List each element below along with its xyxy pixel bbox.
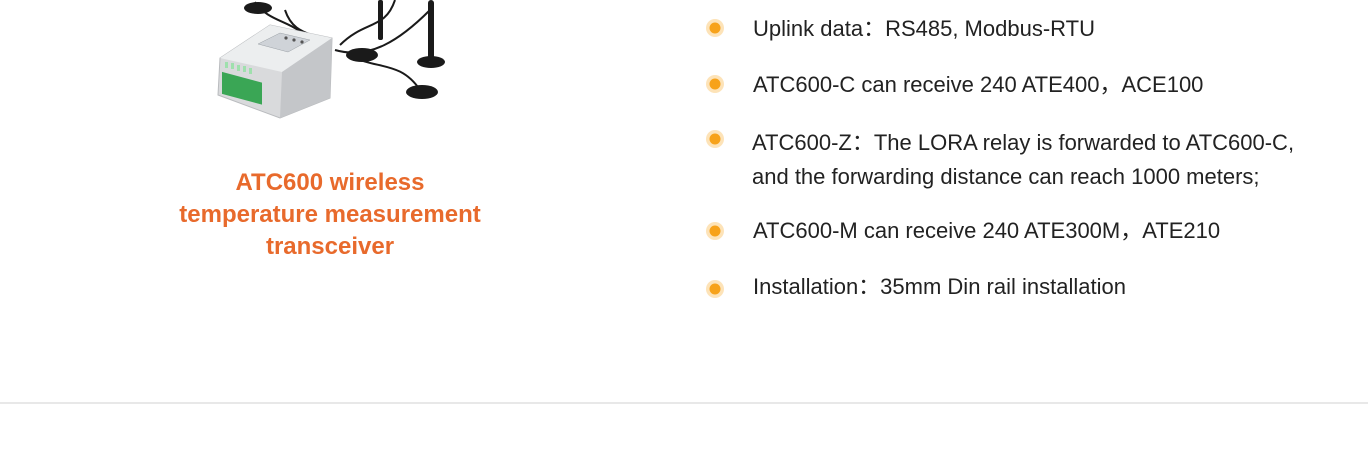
spec-text: ATC600-C can receive 240 ATE400，ACE100 bbox=[753, 72, 1204, 97]
orange-dot-icon bbox=[706, 222, 724, 240]
orange-dot-icon bbox=[706, 19, 724, 37]
orange-dot-icon bbox=[706, 130, 724, 148]
caption-line: ATC600 wireless bbox=[235, 169, 425, 196]
spec-text: Uplink data：RS485, Modbus-RTU bbox=[753, 16, 1095, 41]
section-divider bbox=[0, 402, 1368, 404]
product-image bbox=[217, 0, 445, 119]
caption-line: temperature measurement bbox=[179, 201, 481, 228]
spec-text: ATC600-M can receive 240 ATE300M，ATE210 bbox=[753, 218, 1221, 243]
orange-dot-icon bbox=[706, 75, 724, 93]
spec-text: Installation：35mm Din rail installation bbox=[753, 274, 1126, 299]
spec-text: ATC600-Z：The LORA relay is forwarded to … bbox=[752, 130, 1295, 189]
product-feature-section: ATC600 wireless temperature measurement … bbox=[0, 0, 1368, 467]
product-caption: ATC600 wireless temperature measurement … bbox=[130, 167, 530, 263]
caption-line: transceiver bbox=[265, 233, 395, 260]
orange-dot-icon bbox=[706, 280, 724, 298]
